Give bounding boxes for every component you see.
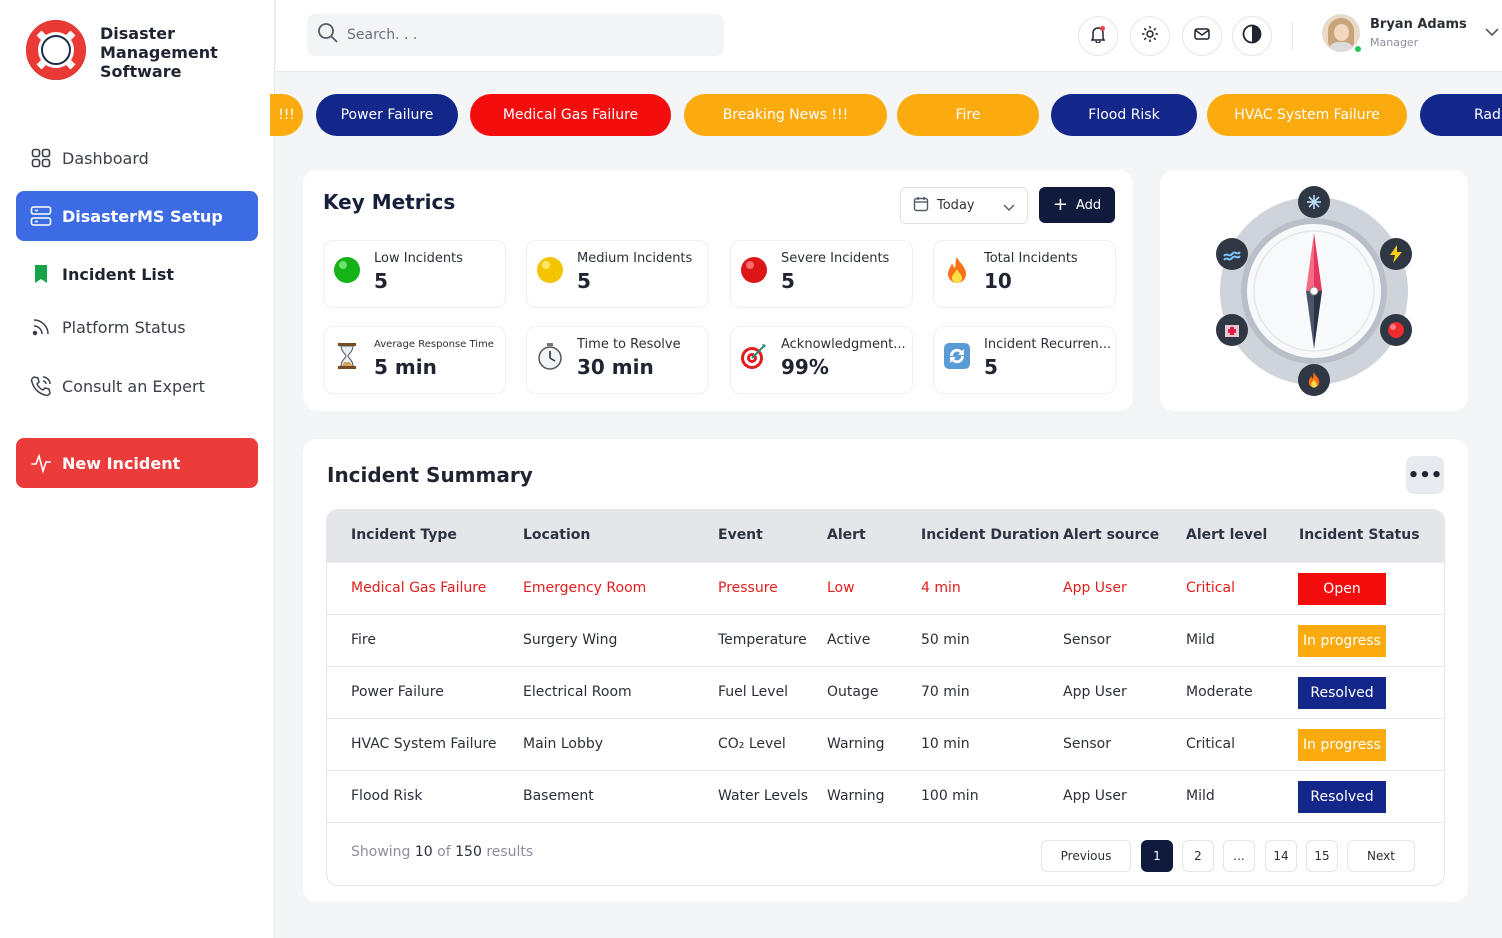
more-options-button[interactable]: •••	[1406, 456, 1444, 494]
status-badge[interactable]: Open	[1298, 573, 1386, 605]
hourglass-icon	[332, 341, 362, 371]
wave-icon[interactable]	[1216, 238, 1248, 270]
metric-acknowledgment: Acknowledgment... 99%	[730, 326, 913, 394]
target-icon	[739, 341, 769, 371]
settings-button[interactable]	[1130, 16, 1170, 56]
fire-icon[interactable]	[1298, 364, 1330, 396]
sidebar-item-platform-status[interactable]: Platform Status	[16, 302, 258, 352]
metric-medium-incidents: Medium Incidents 5	[526, 240, 709, 308]
page-button-14[interactable]: 14	[1265, 840, 1297, 872]
table-header: Incident Type Location Event Alert Incid…	[327, 510, 1444, 562]
lifebuoy-logo-icon	[24, 18, 88, 86]
flame-icon	[942, 255, 972, 285]
phone-icon	[30, 375, 52, 397]
sidebar-item-incident-list[interactable]: Incident List	[16, 249, 258, 299]
ticker-item-fire[interactable]: Fire	[897, 94, 1039, 136]
user-role: Manager	[1370, 36, 1419, 49]
metric-time-to-resolve: Time to Resolve 30 min	[526, 326, 709, 394]
rss-icon	[30, 316, 52, 338]
red-dot-icon	[739, 255, 769, 285]
search-box[interactable]	[307, 14, 724, 56]
sidebar-item-consult-expert[interactable]: Consult an Expert	[16, 361, 258, 411]
contrast-icon	[1242, 24, 1262, 48]
ticker-item-hvac[interactable]: HVAC System Failure	[1207, 94, 1407, 136]
notification-button[interactable]	[1078, 16, 1118, 56]
incident-summary-title: Incident Summary	[327, 463, 533, 487]
status-badge[interactable]: Resolved	[1298, 781, 1386, 813]
sidebar-item-disasterms-setup[interactable]: DisasterMS Setup	[16, 191, 258, 241]
gear-icon	[1141, 25, 1159, 47]
metric-average-response-time: Average Response Time 5 min	[323, 326, 506, 394]
ticker-item-breaking-news[interactable]: Breaking News !!!	[684, 94, 887, 136]
new-incident-button[interactable]: New Incident	[16, 438, 258, 488]
table-row[interactable]: Flood Risk Basement Water Levels Warning…	[327, 770, 1444, 822]
date-filter-select[interactable]: Today	[900, 187, 1028, 224]
incident-table: Incident Type Location Event Alert Incid…	[326, 509, 1445, 886]
results-summary: Showing 10 of 150 results	[351, 844, 534, 860]
hospital-icon[interactable]	[1216, 314, 1248, 346]
key-metrics-card: Key Metrics Today + Add Low Incidents 5 …	[303, 170, 1133, 411]
stopwatch-icon	[535, 341, 565, 371]
lightning-icon[interactable]	[1380, 238, 1412, 270]
sidebar-item-dashboard[interactable]: Dashboard	[16, 133, 258, 183]
table-row[interactable]: HVAC System Failure Main Lobby CO₂ Level…	[327, 718, 1444, 770]
search-input[interactable]	[347, 27, 707, 43]
page-ellipsis: ...	[1223, 840, 1255, 872]
calendar-icon	[913, 196, 929, 216]
ticker-item-radiation[interactable]: Radi	[1420, 94, 1502, 136]
previous-page-button[interactable]: Previous	[1041, 840, 1131, 872]
yellow-dot-icon	[535, 255, 565, 285]
grid-icon	[30, 147, 52, 169]
incident-summary-card: Incident Summary ••• Incident Type Locat…	[303, 439, 1468, 902]
status-badge[interactable]: In progress	[1298, 729, 1386, 761]
messages-button[interactable]	[1182, 16, 1222, 56]
compass-card	[1160, 170, 1468, 411]
recycle-icon	[942, 341, 972, 371]
online-status-icon	[1353, 44, 1363, 54]
chevron-down-icon[interactable]	[1485, 22, 1499, 41]
next-page-button[interactable]: Next	[1347, 840, 1415, 872]
page-button-15[interactable]: 15	[1306, 840, 1338, 872]
user-name: Bryan Adams	[1370, 17, 1467, 32]
key-metrics-title: Key Metrics	[323, 190, 456, 214]
table-row[interactable]: Fire Surgery Wing Temperature Active 50 …	[327, 614, 1444, 666]
app-title: Disaster Management Software	[100, 23, 218, 81]
bookmark-icon	[30, 263, 52, 285]
snowflake-icon[interactable]	[1298, 186, 1330, 218]
ticker-item-flood-risk[interactable]: Flood Risk	[1051, 94, 1197, 136]
red-alert-dot-icon[interactable]	[1380, 314, 1412, 346]
table-row[interactable]: Medical Gas Failure Emergency Room Press…	[327, 562, 1444, 614]
search-icon	[317, 22, 339, 48]
header-divider	[1292, 22, 1293, 50]
mail-icon	[1193, 25, 1211, 47]
user-menu[interactable]: Bryan Adams Manager	[1322, 14, 1499, 54]
page-button-2[interactable]: 2	[1182, 840, 1214, 872]
green-dot-icon	[332, 255, 362, 285]
theme-toggle-button[interactable]	[1232, 16, 1272, 56]
metric-total-incidents: Total Incidents 10	[933, 240, 1116, 308]
chevron-down-icon	[1003, 201, 1015, 216]
table-row[interactable]: Power Failure Electrical Room Fuel Level…	[327, 666, 1444, 718]
brand[interactable]: Disaster Management Software	[24, 18, 230, 86]
ticker-item-medical-gas[interactable]: Medical Gas Failure	[470, 94, 671, 136]
plus-icon: +	[1052, 194, 1068, 215]
top-header: Bryan Adams Manager	[276, 0, 1502, 72]
status-badge[interactable]: In progress	[1298, 625, 1386, 657]
activity-pulse-icon	[30, 452, 52, 474]
sidebar: Disaster Management Software Dashboard D…	[0, 0, 275, 938]
metric-incident-recurrence: Incident Recurren... 5	[933, 326, 1116, 394]
page-button-1[interactable]: 1	[1141, 840, 1173, 872]
server-icon	[30, 205, 52, 227]
status-badge[interactable]: Resolved	[1298, 677, 1386, 709]
metric-severe-incidents: Severe Incidents 5	[730, 240, 913, 308]
bell-icon	[1089, 25, 1107, 47]
add-button[interactable]: + Add	[1039, 187, 1115, 223]
ticker-item-power-failure[interactable]: Power Failure	[316, 94, 458, 136]
ticker-item[interactable]: !!!	[270, 94, 303, 136]
metric-low-incidents: Low Incidents 5	[323, 240, 506, 308]
ellipsis-icon: •••	[1407, 464, 1443, 486]
